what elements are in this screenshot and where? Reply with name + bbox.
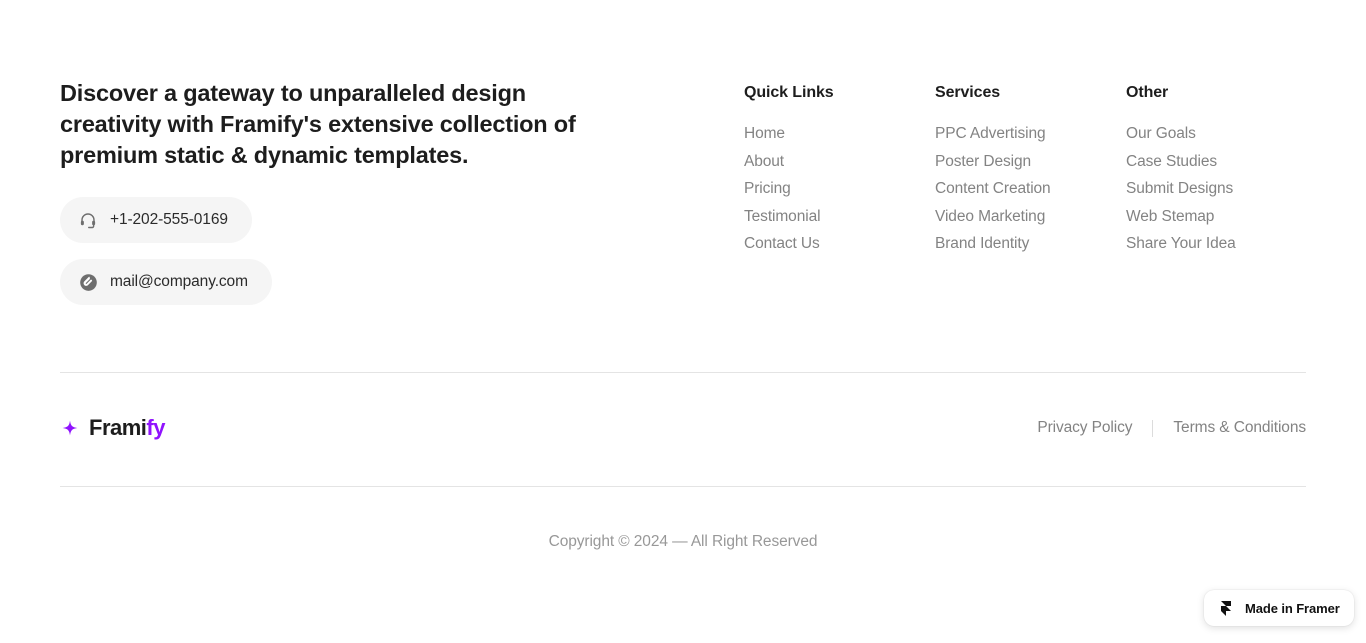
link-video-marketing[interactable]: Video Marketing (935, 207, 1045, 226)
link-column-other: Other Our Goals Case Studies Submit Desi… (1126, 84, 1306, 253)
headset-icon (78, 210, 98, 230)
link-testimonial[interactable]: Testimonial (744, 207, 821, 226)
legal-separator (1152, 419, 1154, 437)
logo-text-primary: Frami (89, 415, 147, 440)
footer-divider-bottom (60, 486, 1306, 487)
footer-middle-bar: Framify Privacy Policy Terms & Condition… (60, 410, 1306, 446)
link-column-services: Services PPC Advertising Poster Design C… (935, 84, 1126, 253)
framify-logo-text: Framify (89, 415, 165, 441)
framify-logo[interactable]: Framify (60, 415, 165, 441)
link-brand-identity[interactable]: Brand Identity (935, 234, 1029, 253)
column-title-services: Services (935, 84, 1001, 101)
sparkle-star-icon (60, 418, 80, 438)
footer-link-columns: Quick Links Home About Pricing Testimoni… (744, 78, 1306, 253)
link-pricing[interactable]: Pricing (744, 179, 791, 198)
brand-column: Discover a gateway to unparalleled desig… (60, 78, 660, 305)
footer-top-section: Discover a gateway to unparalleled desig… (60, 78, 1306, 305)
link-content-creation[interactable]: Content Creation (935, 179, 1051, 198)
footer-divider-top (60, 372, 1306, 373)
framer-logo-icon (1216, 598, 1236, 618)
contact-email-button[interactable]: mail@company.com (60, 259, 272, 305)
paperclip-circle-icon (78, 272, 98, 292)
contact-email-label: mail@company.com (110, 273, 248, 290)
link-contact-us[interactable]: Contact Us (744, 234, 820, 253)
contact-phone-label: +1-202-555-0169 (110, 211, 228, 228)
column-title-quick-links: Quick Links (744, 84, 834, 101)
link-our-goals[interactable]: Our Goals (1126, 124, 1196, 143)
copyright-text: Copyright © 2024 — All Right Reserved (548, 533, 818, 550)
footer-tagline: Discover a gateway to unparalleled desig… (60, 80, 576, 168)
link-submit-designs[interactable]: Submit Designs (1126, 179, 1233, 198)
link-case-studies[interactable]: Case Studies (1126, 152, 1217, 171)
logo-text-accent: fy (146, 415, 165, 440)
quick-links-nav: Home About Pricing Testimonial Contact U… (744, 124, 935, 253)
link-column-quick-links: Quick Links Home About Pricing Testimoni… (744, 84, 935, 253)
services-nav: PPC Advertising Poster Design Content Cr… (935, 124, 1126, 253)
site-footer: Discover a gateway to unparalleled desig… (0, 0, 1366, 643)
link-web-stemap[interactable]: Web Stemap (1126, 207, 1214, 226)
link-about[interactable]: About (744, 152, 784, 171)
contact-phone-button[interactable]: +1-202-555-0169 (60, 197, 252, 243)
link-poster-design[interactable]: Poster Design (935, 152, 1031, 171)
link-home[interactable]: Home (744, 124, 785, 143)
made-in-framer-badge[interactable]: Made in Framer (1204, 590, 1354, 626)
link-share-your-idea[interactable]: Share Your Idea (1126, 234, 1236, 253)
other-nav: Our Goals Case Studies Submit Designs We… (1126, 124, 1306, 253)
made-in-framer-label: Made in Framer (1245, 600, 1340, 616)
link-ppc-advertising[interactable]: PPC Advertising (935, 124, 1046, 143)
link-privacy-policy[interactable]: Privacy Policy (1037, 419, 1132, 437)
legal-links: Privacy Policy Terms & Conditions (1037, 419, 1306, 437)
column-title-other: Other (1126, 84, 1169, 101)
contact-list: +1-202-555-0169 mail@company.com (60, 197, 660, 305)
link-terms-conditions[interactable]: Terms & Conditions (1173, 419, 1306, 437)
